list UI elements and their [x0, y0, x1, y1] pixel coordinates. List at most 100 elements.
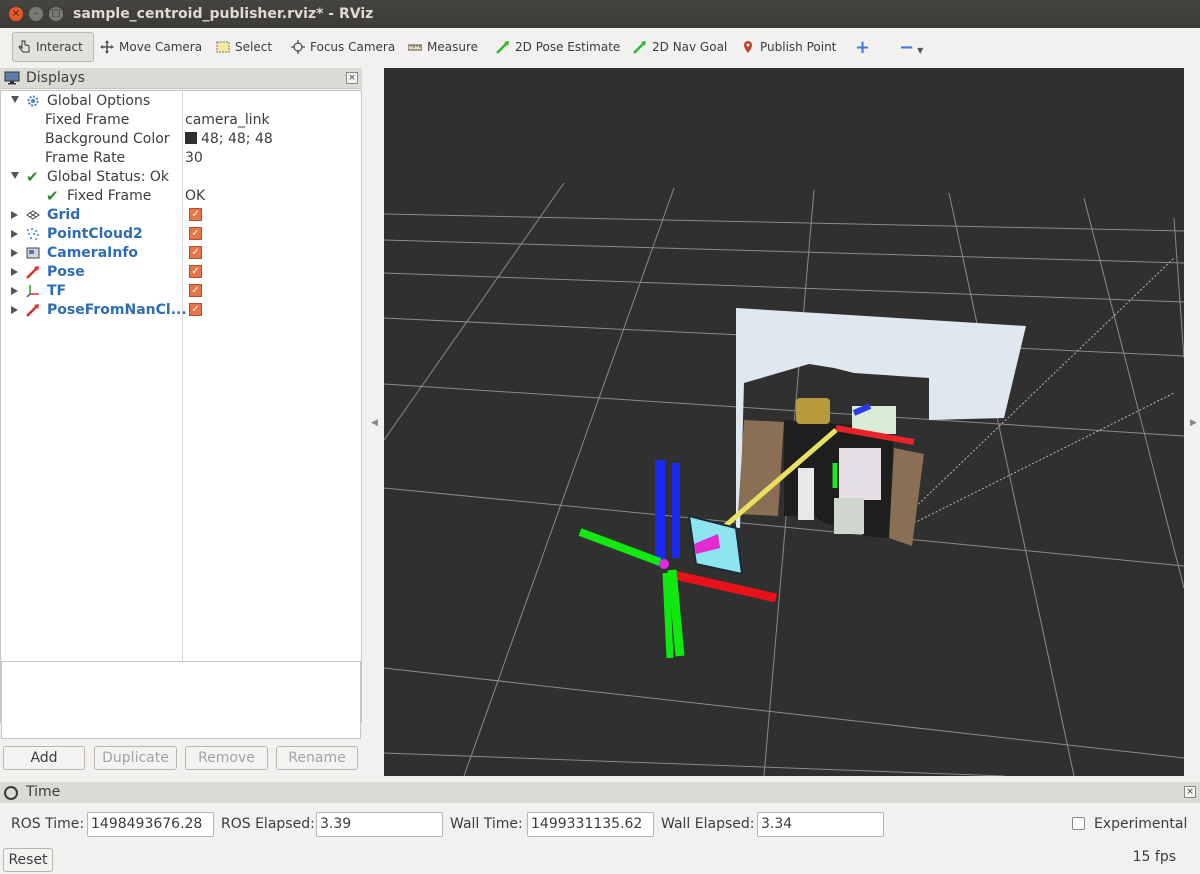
- frame-rate-value[interactable]: 30: [185, 150, 203, 166]
- pose-from-nan-enabled-checkbox[interactable]: ✓: [189, 303, 202, 316]
- pointcloud-shadow: [809, 368, 858, 398]
- displays-tree[interactable]: Global Options Fixed Frame camera_link B…: [0, 90, 362, 723]
- 2d-pose-estimate-tool-button[interactable]: 2D Pose Estimate: [492, 32, 624, 62]
- frame-rate-label: Frame Rate: [45, 150, 126, 166]
- tree-row-grid[interactable]: Grid ✓: [1, 206, 361, 225]
- tf-axes-icon: [26, 285, 39, 298]
- camerainfo-enabled-checkbox[interactable]: ✓: [189, 246, 202, 259]
- remove-display-button[interactable]: Remove: [185, 746, 268, 770]
- camerainfo-label: CameraInfo: [47, 245, 139, 261]
- wall-time-field[interactable]: 1499331135.62: [527, 812, 654, 837]
- window-minimize-button[interactable]: –: [29, 7, 43, 21]
- tree-row-global-options[interactable]: Global Options: [1, 92, 361, 111]
- tree-row-status-fixed-frame[interactable]: ✔ Fixed Frame OK: [1, 187, 361, 206]
- background-color-value[interactable]: 48; 48; 48: [185, 131, 273, 147]
- pose-arrow-icon: [26, 266, 39, 279]
- fixed-frame-label: Fixed Frame: [45, 112, 130, 128]
- ros-elapsed-label: ROS Elapsed:: [221, 816, 315, 832]
- expand-arrow-icon[interactable]: [11, 287, 18, 295]
- pointcloud2-enabled-checkbox[interactable]: ✓: [189, 227, 202, 240]
- cardboard-box-right: [889, 448, 924, 546]
- display-description-box: [1, 661, 361, 739]
- status-bar: Reset 15 fps: [0, 846, 1200, 874]
- experimental-checkbox[interactable]: [1072, 817, 1085, 830]
- pointcloud2-label: PointCloud2: [47, 226, 143, 242]
- 3d-render-viewport[interactable]: [384, 68, 1184, 776]
- interact-label: Interact: [36, 40, 83, 54]
- select-box-icon: [216, 41, 230, 53]
- tf-enabled-checkbox[interactable]: ✓: [189, 284, 202, 297]
- wall-time-label: Wall Time:: [450, 816, 523, 832]
- interact-tool-button[interactable]: Interact: [12, 32, 94, 62]
- expand-arrow-icon[interactable]: [11, 268, 18, 276]
- tree-row-pointcloud2[interactable]: PointCloud2 ✓: [1, 225, 361, 244]
- tree-row-tf[interactable]: TF ✓: [1, 282, 361, 301]
- move-camera-tool-button[interactable]: Move Camera: [96, 32, 206, 62]
- global-options-label: Global Options: [47, 93, 151, 109]
- select-tool-button[interactable]: Select: [212, 32, 276, 62]
- expand-arrow-icon[interactable]: [11, 306, 18, 314]
- pose-from-nan-label: PoseFromNanCl...: [47, 302, 187, 318]
- tree-row-camerainfo[interactable]: CameraInfo ✓: [1, 244, 361, 263]
- tree-row-frame-rate[interactable]: Frame Rate 30: [1, 149, 361, 168]
- 2d-nav-goal-tool-button[interactable]: 2D Nav Goal: [629, 32, 731, 62]
- add-display-button[interactable]: Add: [3, 746, 85, 770]
- chevron-down-icon: ▼: [917, 45, 924, 55]
- ruler-icon: [408, 44, 422, 51]
- monitor-icon: [4, 71, 20, 85]
- tree-row-fixed-frame[interactable]: Fixed Frame camera_link: [1, 111, 361, 130]
- add-tool-button[interactable]: +: [851, 32, 874, 62]
- expand-arrow-icon[interactable]: [11, 249, 18, 257]
- move-camera-icon: [100, 40, 114, 54]
- green-arrow-icon: [633, 41, 646, 54]
- tree-row-pose[interactable]: Pose ✓: [1, 263, 361, 282]
- checkmark-icon: ✔: [26, 168, 39, 186]
- tf-label: TF: [47, 283, 67, 299]
- measure-tool-button[interactable]: Measure: [404, 32, 482, 62]
- object-tube: [798, 468, 814, 520]
- rename-display-button[interactable]: Rename: [276, 746, 358, 770]
- tree-row-global-status[interactable]: ✔ Global Status: Ok: [1, 168, 361, 187]
- fixed-frame-value[interactable]: camera_link: [185, 112, 270, 128]
- ros-elapsed-field[interactable]: 3.39: [316, 812, 443, 837]
- select-label: Select: [235, 40, 273, 54]
- displays-panel-header: Displays ×: [0, 68, 362, 89]
- grid-enabled-checkbox[interactable]: ✓: [189, 208, 202, 221]
- 2d-pose-estimate-label: 2D Pose Estimate: [515, 40, 621, 54]
- ros-time-field[interactable]: 1498493676.28: [87, 812, 214, 837]
- tree-row-pose-from-nan[interactable]: PoseFromNanCl... ✓: [1, 301, 361, 320]
- window-maximize-button[interactable]: □: [49, 7, 63, 21]
- tree-row-background-color[interactable]: Background Color 48; 48; 48: [1, 130, 361, 149]
- reset-button[interactable]: Reset: [3, 848, 53, 872]
- expand-arrow-icon[interactable]: [11, 96, 19, 103]
- left-collapse-arrow-icon[interactable]: ◀: [371, 418, 378, 428]
- pose-label: Pose: [47, 264, 85, 280]
- time-close-button[interactable]: ×: [1184, 786, 1196, 798]
- focus-camera-tool-button[interactable]: Focus Camera: [287, 32, 399, 62]
- cardboard-box-left: [738, 420, 784, 516]
- displays-close-button[interactable]: ×: [346, 72, 358, 84]
- expand-arrow-icon[interactable]: [11, 211, 18, 219]
- grid-icon: [26, 210, 40, 220]
- clock-icon: [4, 786, 18, 800]
- right-collapse-arrow-icon[interactable]: ▶: [1190, 418, 1197, 428]
- duplicate-display-button[interactable]: Duplicate: [94, 746, 177, 770]
- object-can: [796, 398, 830, 424]
- remove-tool-button[interactable]: − ▼: [895, 32, 927, 62]
- expand-arrow-icon[interactable]: [11, 172, 19, 179]
- publish-point-tool-button[interactable]: Publish Point: [737, 32, 840, 62]
- global-status-label: Global Status: Ok: [47, 169, 170, 185]
- plus-icon: +: [855, 36, 871, 58]
- time-panel-header: Time ×: [0, 782, 1200, 803]
- window-close-button[interactable]: ×: [9, 7, 23, 21]
- gear-icon: [27, 95, 39, 107]
- toolbar: Interact Move Camera Select Focus Camera…: [0, 28, 1200, 68]
- wall-elapsed-field[interactable]: 3.34: [757, 812, 884, 837]
- time-panel: Time × ROS Time: 1498493676.28 ROS Elaps…: [0, 782, 1200, 844]
- pose-enabled-checkbox[interactable]: ✓: [189, 265, 202, 278]
- green-arrow-icon: [496, 41, 509, 54]
- pose-arrow-icon: [26, 304, 39, 317]
- window-title: sample_centroid_publisher.rviz* - RViz: [73, 6, 374, 22]
- expand-arrow-icon[interactable]: [11, 230, 18, 238]
- move-camera-label: Move Camera: [119, 40, 203, 54]
